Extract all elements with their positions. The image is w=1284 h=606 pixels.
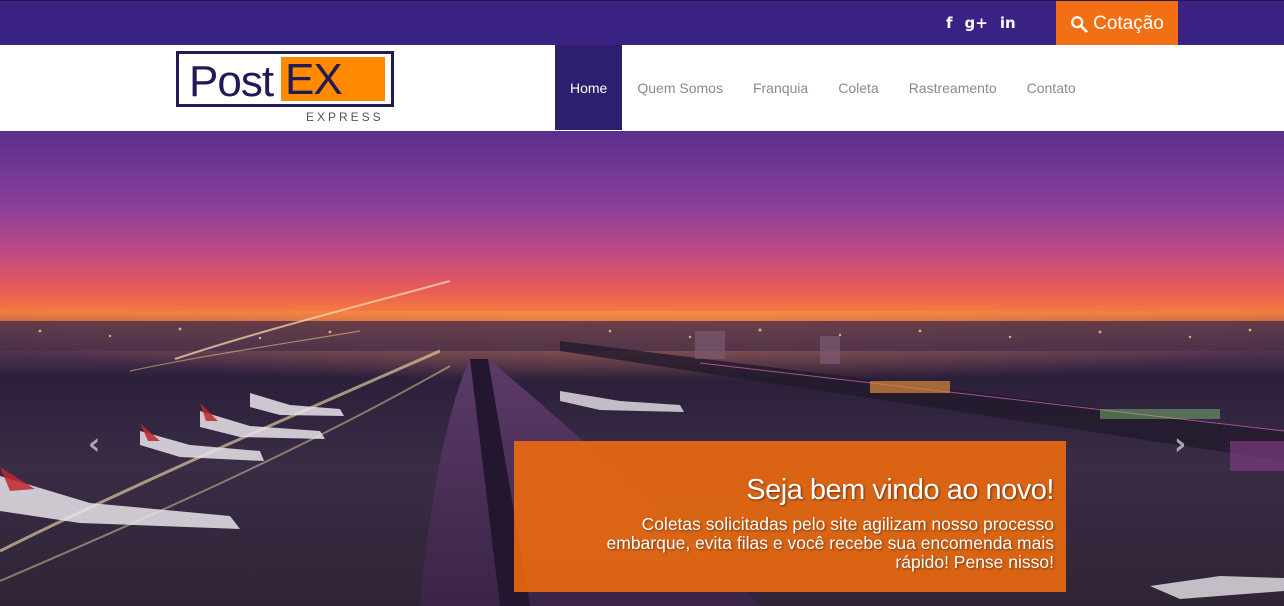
- hero-text: Coletas solicitadas pelo site agilizam n…: [606, 514, 1054, 572]
- logo-express-text: EXPRESS: [306, 110, 384, 124]
- nav-item-coleta[interactable]: Coleta: [823, 45, 893, 130]
- nav-item-rastreamento[interactable]: Rastreamento: [894, 45, 1012, 130]
- carousel-next-arrow[interactable]: ›: [1174, 427, 1186, 462]
- social-links: f g+ in: [946, 13, 1016, 33]
- nav-item-quem-somos[interactable]: Quem Somos: [622, 45, 738, 130]
- search-icon: [1071, 15, 1088, 33]
- carousel-prev-arrow[interactable]: ‹: [88, 427, 100, 462]
- hero-title: Seja bem vindo ao novo!: [746, 474, 1054, 506]
- quote-button[interactable]: Cotação: [1056, 1, 1178, 46]
- nav-item-contato[interactable]: Contato: [1012, 45, 1091, 130]
- hero-carousel: ‹ › Seja bem vindo ao novo! Coletas soli…: [0, 131, 1284, 606]
- logo-ex-text: EX: [281, 57, 385, 103]
- main-nav: Home Quem Somos Franquia Coleta Rastream…: [555, 45, 1091, 130]
- site-header: Post EX EXPRESS Home Quem Somos Franquia…: [0, 45, 1284, 131]
- top-bar: f g+ in Cotação: [0, 0, 1284, 46]
- googleplus-icon[interactable]: g+: [965, 13, 988, 33]
- linkedin-icon[interactable]: in: [1000, 13, 1016, 33]
- logo-post-text: Post: [189, 57, 274, 106]
- nav-item-franquia[interactable]: Franquia: [738, 45, 823, 130]
- logo-frame: Post EX: [176, 51, 394, 107]
- hero-caption: Seja bem vindo ao novo! Coletas solicita…: [514, 441, 1066, 592]
- quote-button-label: Cotação: [1093, 12, 1164, 34]
- facebook-icon[interactable]: f: [946, 13, 953, 33]
- postex-logo[interactable]: Post EX EXPRESS: [172, 50, 398, 124]
- nav-item-home[interactable]: Home: [555, 45, 623, 130]
